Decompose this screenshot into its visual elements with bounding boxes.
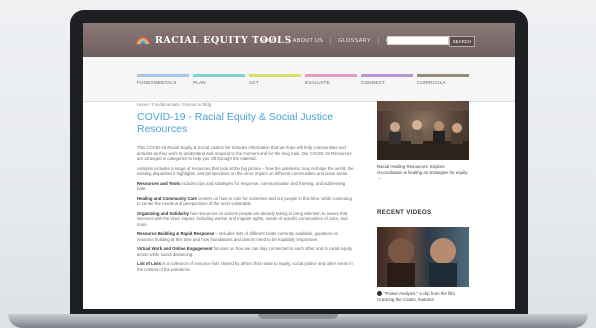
category-evaluate[interactable]: EVALUATE — [305, 74, 357, 85]
meeting-photo-icon — [377, 101, 469, 160]
video-people-icon — [387, 238, 457, 287]
category-connect[interactable]: CONNECT — [361, 74, 413, 85]
nav-home[interactable]: HOME — [253, 38, 285, 44]
category-label: ACT — [249, 80, 259, 85]
category-label: CURRICULA — [417, 80, 446, 85]
play-icon[interactable] — [377, 291, 382, 297]
recent-videos-heading: RECENT VIDEOS — [377, 209, 432, 216]
category-bar — [361, 74, 413, 77]
category-act[interactable]: ACT — [249, 74, 301, 85]
category-navigation: FUNDAMENTALS PLAN ACT EVALUATE CONNECT C… — [83, 57, 515, 102]
category-plan[interactable]: PLAN — [193, 74, 245, 85]
sidebar-feature: Racial Healing Resources: Explore reconc… — [377, 101, 469, 181]
category-label: CONNECT — [361, 80, 386, 85]
healing-feature-image[interactable] — [377, 101, 469, 160]
browser-screen: RACIAL EQUITY TOOLS HOME ABOUT US GLOSSA… — [83, 23, 515, 309]
category-label: FUNDAMENTALS — [137, 80, 177, 85]
search-button[interactable]: SEARCH — [449, 36, 475, 47]
category-fundamentals[interactable]: FUNDAMENTALS — [137, 74, 189, 85]
category-bar — [417, 74, 469, 77]
article-paragraph: Organizing and Solidarity has resources … — [137, 210, 348, 227]
page-title: COVID-19 - Racial Equity & Social Justic… — [137, 111, 334, 135]
category-bar — [193, 74, 245, 77]
video-thumbnail[interactable] — [377, 227, 469, 287]
healing-feature-link[interactable]: Racial Healing Resources: Explore reconc… — [377, 164, 469, 181]
category-bar — [137, 74, 189, 77]
category-label: EVALUATE — [305, 80, 330, 85]
breadcrumb[interactable]: Home / Fundamentals / Resource Bldg — [137, 102, 211, 107]
laptop-hinge — [258, 314, 338, 319]
category-bar — [249, 74, 301, 77]
category-bar — [305, 74, 357, 77]
nav-glossary[interactable]: GLOSSARY — [330, 38, 378, 44]
article-paragraph: List of Lists is a collection of resourc… — [137, 261, 353, 272]
search-input[interactable] — [387, 36, 449, 45]
article-paragraph: Virtual Work and Online Engagement focus… — [137, 246, 353, 257]
article-paragraph: Healing and Community Care centers on ho… — [137, 195, 352, 207]
article-body: This COVID-19 Racial Equity & Social Jus… — [137, 145, 355, 276]
category-label: PLAN — [193, 80, 206, 85]
video-caption[interactable]: "Power Analysis," a clip from the film C… — [377, 291, 469, 302]
top-navigation: HOME ABOUT US GLOSSARY FAQ — [253, 38, 405, 44]
article-paragraph: Analysis includes a range of resources t… — [137, 165, 354, 177]
article-paragraph: Resources and Tools includes tips and st… — [137, 180, 346, 192]
category-curricula[interactable]: CURRICULA — [417, 74, 469, 85]
article-paragraph: This COVID-19 Racial Equity & Social Jus… — [137, 145, 352, 161]
rainbow-logo-icon — [135, 37, 151, 45]
site-header: RACIAL EQUITY TOOLS HOME ABOUT US GLOSSA… — [83, 23, 515, 57]
nav-about-us[interactable]: ABOUT US — [284, 38, 330, 44]
article-paragraph: Resource Building & Rapid Response – inc… — [137, 231, 339, 242]
